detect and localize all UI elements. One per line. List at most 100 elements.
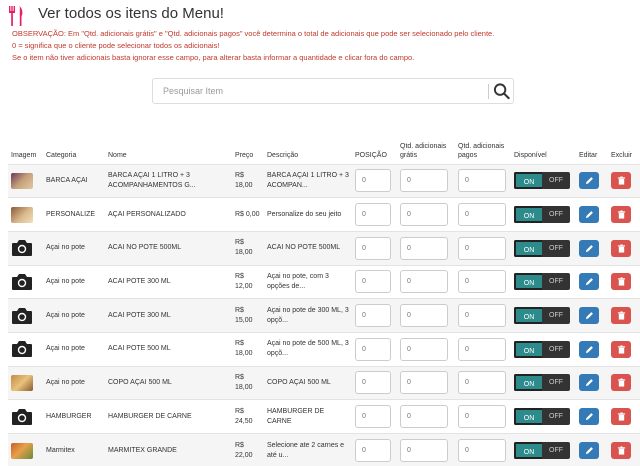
cell-delete bbox=[608, 230, 640, 266]
item-name: MARMITEX GRANDE bbox=[108, 446, 177, 454]
cell-delete bbox=[608, 197, 640, 232]
cell-delete bbox=[608, 331, 640, 367]
toggle-on[interactable]: ON bbox=[514, 206, 542, 224]
toggle-on[interactable]: ON bbox=[514, 172, 542, 190]
toggle-off[interactable]: OFF bbox=[542, 408, 570, 426]
pencil-icon bbox=[585, 413, 593, 421]
search-input[interactable] bbox=[153, 79, 487, 103]
pencil-icon bbox=[585, 177, 593, 185]
cell-paid-addons bbox=[455, 399, 511, 434]
availability-toggle[interactable]: ON OFF bbox=[514, 307, 570, 325]
paid-addons-input[interactable] bbox=[458, 304, 506, 328]
cell-free-addons bbox=[397, 197, 455, 232]
position-input[interactable] bbox=[355, 270, 391, 294]
edit-button[interactable] bbox=[579, 408, 599, 426]
paid-addons-input[interactable] bbox=[458, 337, 506, 361]
edit-button[interactable] bbox=[579, 273, 599, 291]
position-input[interactable] bbox=[355, 371, 391, 395]
cell-paid-addons bbox=[455, 331, 511, 367]
cell-free-addons bbox=[397, 433, 455, 466]
toggle-on[interactable]: ON bbox=[514, 374, 542, 392]
availability-toggle[interactable]: ON OFF bbox=[514, 408, 570, 426]
toggle-on[interactable]: ON bbox=[514, 307, 542, 325]
cell-price: R$ 22,00 bbox=[232, 433, 264, 466]
delete-button[interactable] bbox=[611, 206, 631, 224]
toggle-on[interactable]: ON bbox=[514, 340, 542, 358]
availability-toggle[interactable]: ON OFF bbox=[514, 273, 570, 291]
toggle-off[interactable]: OFF bbox=[542, 374, 570, 392]
toggle-off[interactable]: OFF bbox=[542, 206, 570, 224]
camera-icon bbox=[12, 273, 32, 290]
position-input[interactable] bbox=[355, 439, 391, 463]
cell-position bbox=[352, 197, 397, 232]
free-addons-input[interactable] bbox=[400, 304, 448, 328]
edit-button[interactable] bbox=[579, 206, 599, 224]
paid-addons-input[interactable] bbox=[458, 169, 506, 193]
cell-category: Açai no pote bbox=[43, 365, 105, 400]
trash-icon bbox=[617, 244, 625, 253]
position-input[interactable] bbox=[355, 236, 391, 260]
paid-addons-input[interactable] bbox=[458, 236, 506, 260]
edit-button[interactable] bbox=[579, 239, 599, 257]
paid-addons-input[interactable] bbox=[458, 270, 506, 294]
free-addons-input[interactable] bbox=[400, 337, 448, 361]
paid-addons-input[interactable] bbox=[458, 439, 506, 463]
delete-button[interactable] bbox=[611, 442, 631, 460]
availability-toggle[interactable]: ON OFF bbox=[514, 374, 570, 392]
paid-addons-input[interactable] bbox=[458, 203, 506, 227]
toggle-on[interactable]: ON bbox=[514, 408, 542, 426]
edit-button[interactable] bbox=[579, 172, 599, 190]
toggle-off[interactable]: OFF bbox=[542, 172, 570, 190]
delete-button[interactable] bbox=[611, 340, 631, 358]
toggle-on[interactable]: ON bbox=[514, 239, 542, 257]
toggle-off[interactable]: OFF bbox=[542, 239, 570, 257]
toggle-off[interactable]: OFF bbox=[542, 273, 570, 291]
toggle-off[interactable]: OFF bbox=[542, 340, 570, 358]
item-description: Personalize do seu jeito bbox=[267, 210, 342, 218]
cell-description: ACAI NO POTE 500ML bbox=[264, 230, 352, 266]
cell-price: R$ 18,00 bbox=[232, 365, 264, 400]
observation-notes: OBSERVAÇÃO: Em "Qtd. adicionais grátis" … bbox=[12, 28, 632, 64]
toggle-on[interactable]: ON bbox=[514, 442, 542, 460]
position-input[interactable] bbox=[355, 304, 391, 328]
toggle-off[interactable]: OFF bbox=[542, 307, 570, 325]
toggle-off[interactable]: OFF bbox=[542, 442, 570, 460]
delete-button[interactable] bbox=[611, 239, 631, 257]
paid-addons-input[interactable] bbox=[458, 405, 506, 429]
cell-paid-addons bbox=[455, 264, 511, 299]
edit-button[interactable] bbox=[579, 307, 599, 325]
free-addons-input[interactable] bbox=[400, 405, 448, 429]
position-input[interactable] bbox=[355, 203, 391, 227]
delete-button[interactable] bbox=[611, 408, 631, 426]
free-addons-input[interactable] bbox=[400, 270, 448, 294]
edit-button[interactable] bbox=[579, 374, 599, 392]
table-row: Açai no pote ACAI POTE 300 ML R$ 12,00 A… bbox=[8, 264, 640, 299]
trash-icon bbox=[617, 176, 625, 185]
search-icon[interactable] bbox=[492, 82, 512, 101]
availability-toggle[interactable]: ON OFF bbox=[514, 239, 570, 257]
delete-button[interactable] bbox=[611, 374, 631, 392]
availability-toggle[interactable]: ON OFF bbox=[514, 442, 570, 460]
delete-button[interactable] bbox=[611, 273, 631, 291]
pencil-icon bbox=[585, 244, 593, 252]
availability-toggle[interactable]: ON OFF bbox=[514, 172, 570, 190]
free-addons-input[interactable] bbox=[400, 203, 448, 227]
free-addons-input[interactable] bbox=[400, 236, 448, 260]
cell-name: BARCA AÇAI 1 LITRO + 3 ACOMPANHAMENTOS G… bbox=[105, 163, 232, 198]
free-addons-input[interactable] bbox=[400, 371, 448, 395]
availability-toggle[interactable]: ON OFF bbox=[514, 340, 570, 358]
delete-button[interactable] bbox=[611, 172, 631, 190]
paid-addons-input[interactable] bbox=[458, 371, 506, 395]
cell-image bbox=[8, 197, 43, 232]
position-input[interactable] bbox=[355, 169, 391, 193]
edit-button[interactable] bbox=[579, 442, 599, 460]
delete-button[interactable] bbox=[611, 307, 631, 325]
position-input[interactable] bbox=[355, 337, 391, 361]
availability-toggle[interactable]: ON OFF bbox=[514, 206, 570, 224]
free-addons-input[interactable] bbox=[400, 439, 448, 463]
toggle-on[interactable]: ON bbox=[514, 273, 542, 291]
pencil-icon bbox=[585, 278, 593, 286]
edit-button[interactable] bbox=[579, 340, 599, 358]
position-input[interactable] bbox=[355, 405, 391, 429]
free-addons-input[interactable] bbox=[400, 169, 448, 193]
